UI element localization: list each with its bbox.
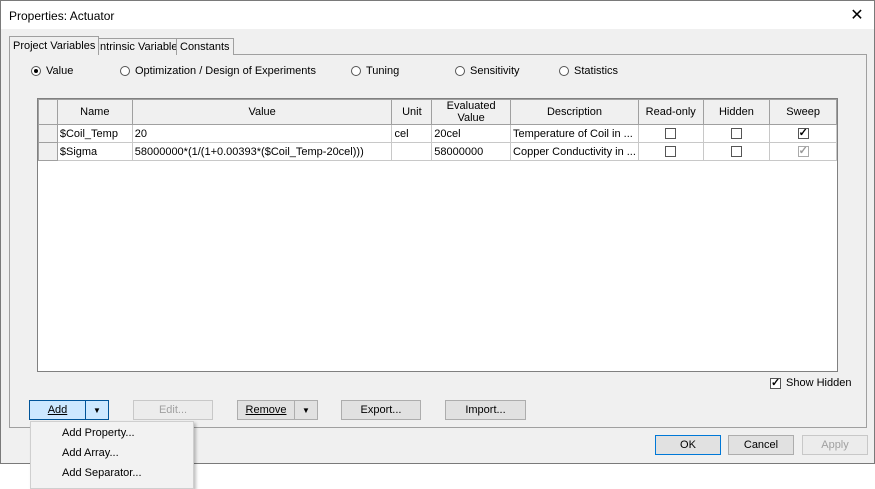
radio-statistics[interactable]: Statistics: [559, 65, 618, 77]
show-hidden-checkbox[interactable]: [770, 376, 781, 389]
menu-item-add-array[interactable]: Add Array...: [62, 447, 119, 459]
cell-value[interactable]: 58000000*(1/(1+0.00393*($Coil_Temp-20cel…: [131, 142, 393, 161]
column-header-sweep[interactable]: Sweep: [769, 99, 837, 125]
menu-item-add-separator[interactable]: Add Separator...: [62, 467, 142, 479]
cell-sweep: [769, 124, 837, 143]
remove-dropdown-arrow-icon[interactable]: ▼: [294, 400, 318, 420]
radio-sensitivity[interactable]: Sensitivity: [455, 65, 520, 77]
properties-dialog: Properties: Actuator ✕ Project Variables…: [0, 0, 875, 464]
cell-unit[interactable]: [391, 142, 433, 161]
edit-button: Edit...: [133, 400, 213, 420]
cell-read-only: [637, 142, 704, 161]
title-bar: Properties: Actuator ✕: [1, 1, 874, 29]
remove-button-label: Remove: [245, 404, 287, 416]
radio-optimization-doe[interactable]: Optimization / Design of Experiments: [120, 65, 316, 77]
column-header-hidden[interactable]: Hidden: [702, 99, 771, 125]
export-button[interactable]: Export...: [341, 400, 421, 420]
variables-table: Name Value Unit Evaluated Value Descript…: [38, 99, 837, 161]
remove-button[interactable]: Remove ▼: [237, 400, 318, 420]
row-header[interactable]: [38, 142, 58, 161]
radio-indicator: [351, 66, 361, 76]
show-hidden-toggle[interactable]: Show Hidden: [770, 376, 852, 389]
radio-indicator: [120, 66, 130, 76]
hidden-checkbox[interactable]: [730, 146, 742, 158]
sweep-checkbox[interactable]: [797, 126, 809, 140]
add-dropdown-menu: Add Property... Add Array... Add Separat…: [30, 421, 194, 489]
add-button[interactable]: Add ▼: [29, 400, 109, 420]
cell-sweep: [769, 142, 837, 161]
close-icon[interactable]: ✕: [846, 4, 868, 26]
column-header-name[interactable]: Name: [56, 99, 133, 125]
cell-evaluated-value: 20cel: [431, 124, 512, 143]
cell-name[interactable]: $Coil_Temp: [56, 124, 133, 143]
tab-project-variables[interactable]: Project Variables: [9, 36, 100, 55]
table-row[interactable]: $Sigma 58000000*(1/(1+0.00393*($Coil_Tem…: [38, 142, 837, 161]
column-header-evaluated-value[interactable]: Evaluated Value: [431, 99, 512, 125]
tab-constants[interactable]: Constants: [176, 38, 234, 55]
cell-read-only: [637, 124, 704, 143]
radio-indicator: [455, 66, 465, 76]
column-header-read-only[interactable]: Read-only: [637, 99, 704, 125]
cancel-button[interactable]: Cancel: [728, 435, 794, 455]
radio-selected-indicator: [31, 66, 41, 76]
read-only-checkbox[interactable]: [665, 146, 677, 158]
show-hidden-label: Show Hidden: [786, 377, 852, 389]
cell-evaluated-value: 58000000: [431, 142, 512, 161]
import-button[interactable]: Import...: [445, 400, 526, 420]
column-header-unit[interactable]: Unit: [391, 99, 433, 125]
radio-value[interactable]: Value: [31, 65, 73, 77]
ok-button[interactable]: OK: [655, 435, 721, 455]
column-header-value[interactable]: Value: [131, 99, 393, 125]
add-dropdown-arrow-icon[interactable]: ▼: [85, 400, 109, 420]
table-header-row: Name Value Unit Evaluated Value Descript…: [38, 99, 837, 125]
cell-hidden: [702, 124, 771, 143]
tab-intrinsic-variables[interactable]: Intrinsic Variables: [93, 38, 187, 55]
hidden-checkbox[interactable]: [730, 128, 742, 140]
table-row[interactable]: $Coil_Temp 20 cel 20cel Temperature of C…: [38, 124, 837, 143]
cell-description[interactable]: Copper Conductivity in ...: [510, 142, 639, 161]
column-header-description[interactable]: Description: [510, 99, 639, 125]
cell-description[interactable]: Temperature of Coil in ...: [510, 124, 639, 143]
cell-unit[interactable]: cel: [391, 124, 433, 143]
variables-grid[interactable]: Name Value Unit Evaluated Value Descript…: [37, 98, 838, 372]
menu-item-add-property[interactable]: Add Property...: [62, 427, 135, 439]
cell-hidden: [702, 142, 771, 161]
cell-name[interactable]: $Sigma: [56, 142, 133, 161]
add-button-label: Add: [47, 404, 68, 416]
read-only-checkbox[interactable]: [665, 128, 677, 140]
cell-value[interactable]: 20: [131, 124, 393, 143]
radio-tuning[interactable]: Tuning: [351, 65, 399, 77]
radio-indicator: [559, 66, 569, 76]
row-header[interactable]: [38, 124, 58, 143]
window-title: Properties: Actuator: [9, 9, 115, 23]
row-header-corner: [38, 99, 58, 125]
apply-button: Apply: [802, 435, 868, 455]
sweep-checkbox-disabled: [797, 144, 809, 158]
